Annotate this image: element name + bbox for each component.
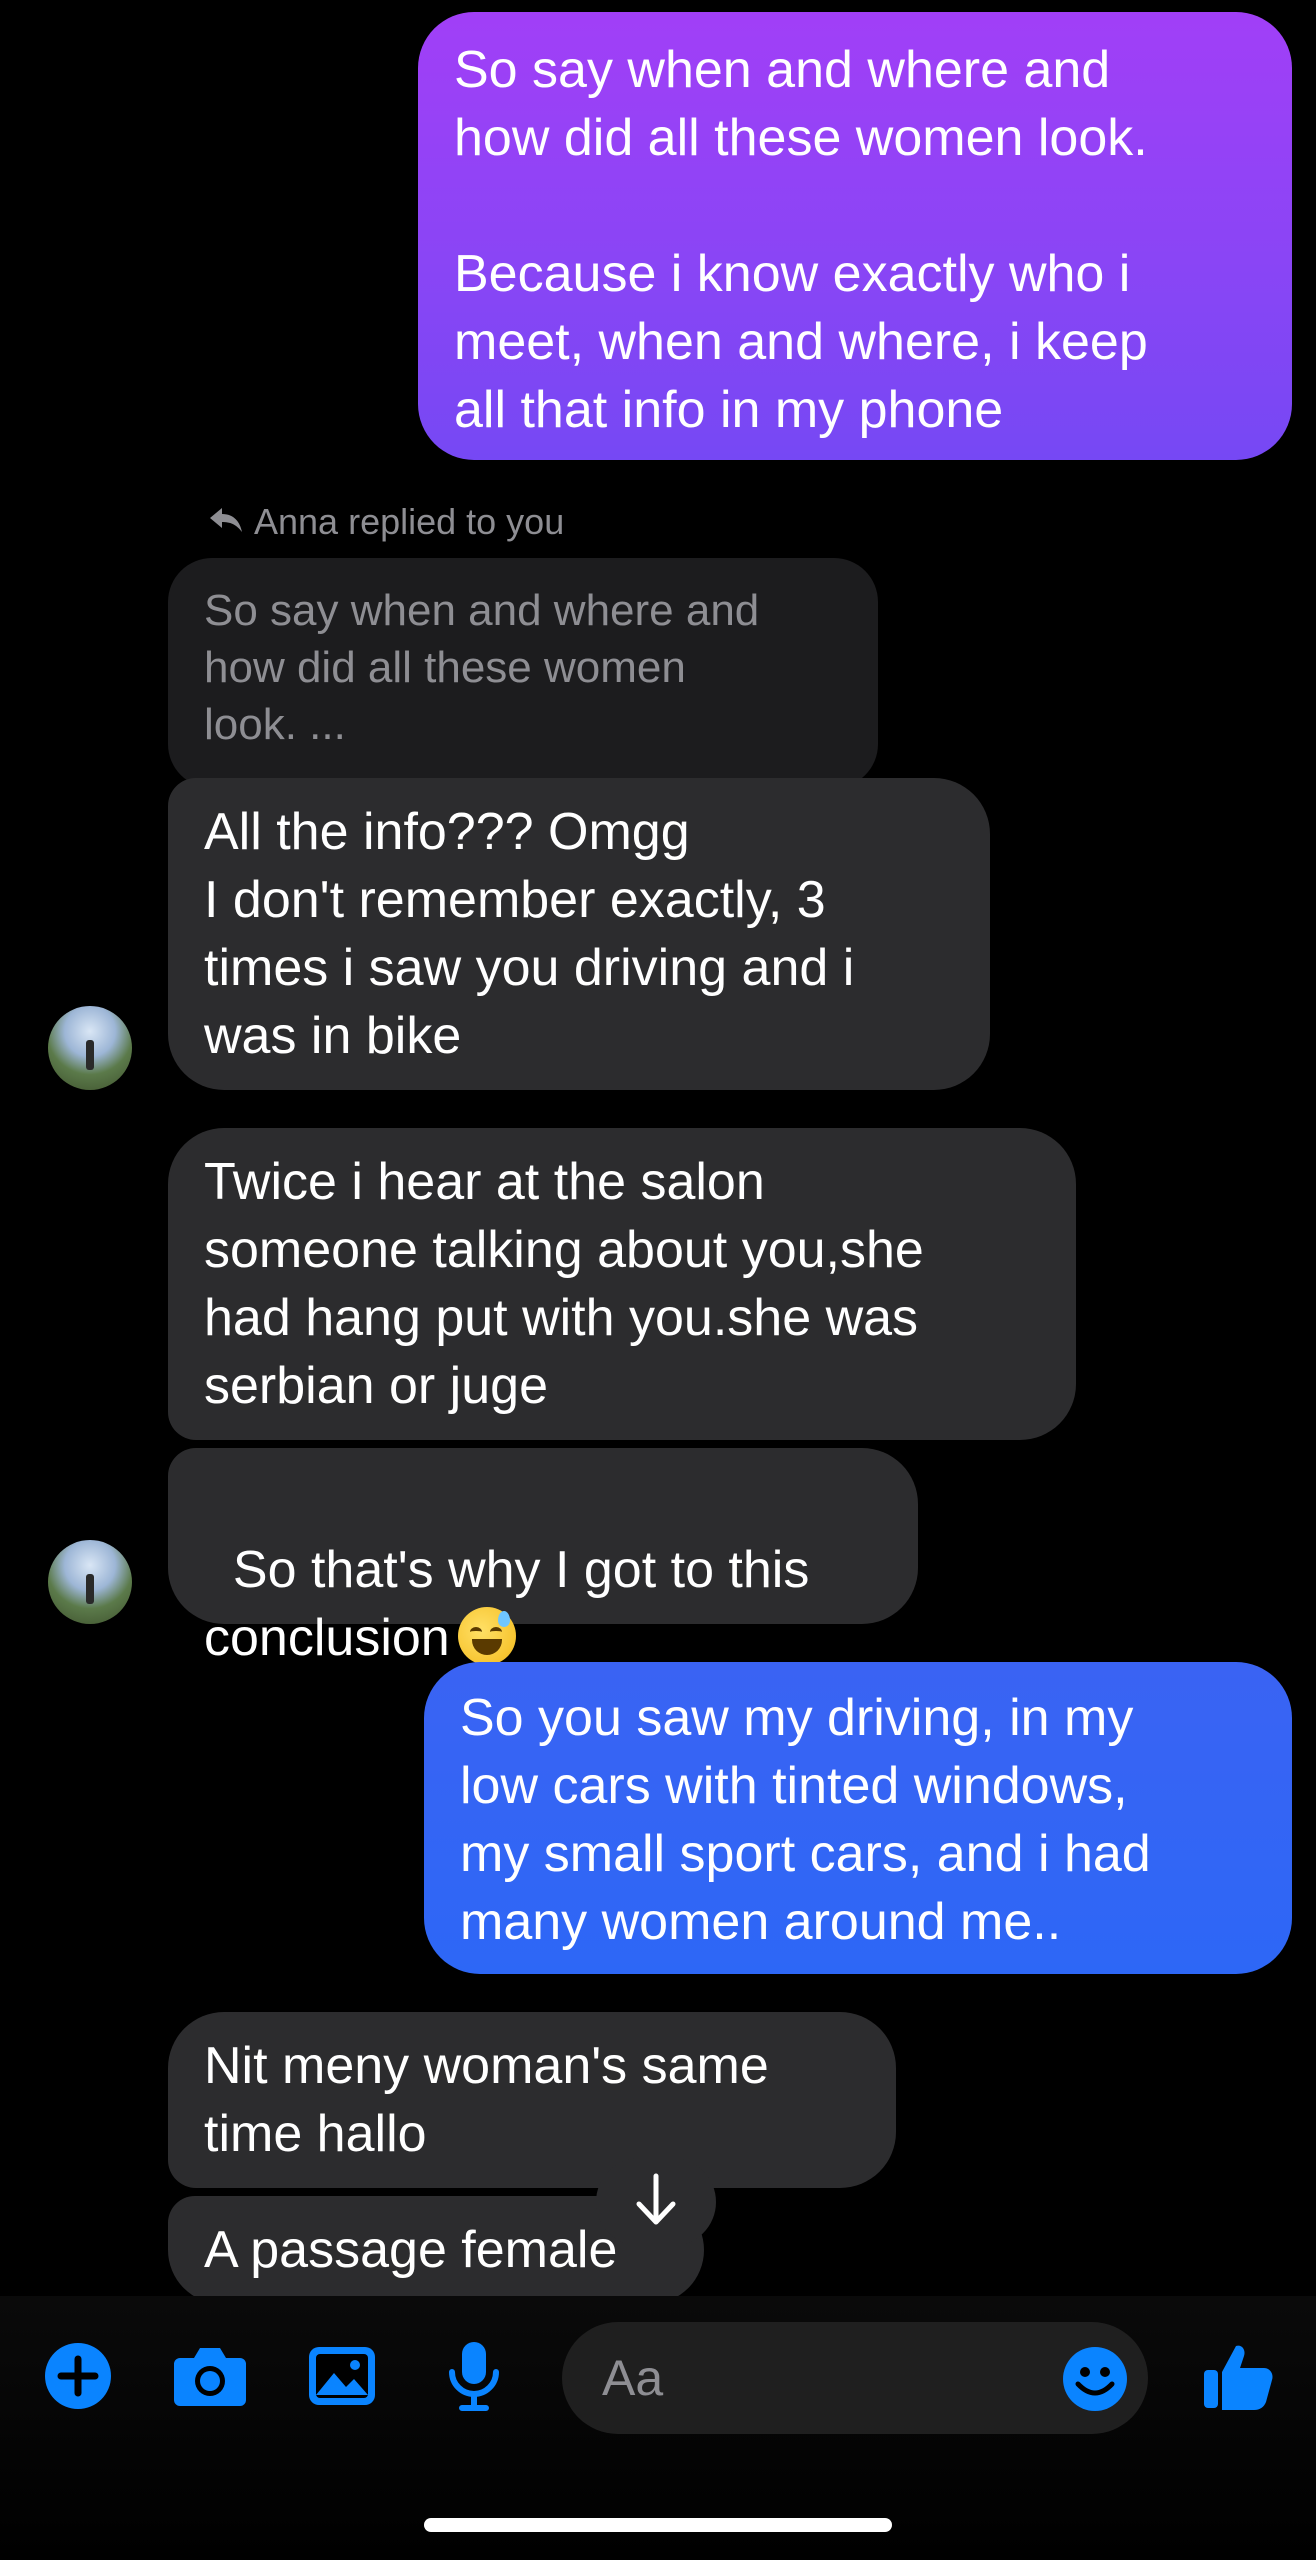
scroll-to-bottom-button[interactable]: [596, 2158, 716, 2246]
received-message-bubble[interactable]: Twice i hear at the salon someone talkin…: [168, 1128, 1076, 1440]
avatar[interactable]: [48, 1006, 132, 1090]
message-input[interactable]: Aa: [562, 2322, 1148, 2434]
microphone-button[interactable]: [432, 2336, 516, 2420]
plus-button[interactable]: [36, 2336, 120, 2420]
camera-icon: [172, 2344, 248, 2413]
camera-button[interactable]: [168, 2336, 252, 2420]
received-message-bubble[interactable]: So that's why I got to this conclusion: [168, 1448, 918, 1667]
thumbs-up-icon: [1202, 2340, 1274, 2417]
like-button[interactable]: [1196, 2336, 1280, 2420]
photo-icon: [307, 2345, 377, 2412]
photo-button[interactable]: [300, 2336, 384, 2420]
plus-icon: [43, 2341, 113, 2416]
reply-note-text: Anna replied to you: [254, 501, 565, 542]
microphone-icon: [446, 2340, 502, 2417]
quoted-message[interactable]: So say when and where and how did all th…: [168, 558, 878, 788]
received-message-bubble[interactable]: All the info??? Omgg I don't remember ex…: [168, 778, 990, 1090]
received-message-bubble[interactable]: Nit meny woman's same time hallo: [168, 2012, 896, 2188]
sent-message-bubble[interactable]: So you saw my driving, in my low cars wi…: [424, 1662, 1292, 1974]
reply-arrow-icon: [208, 500, 244, 544]
message-input-placeholder: Aa: [602, 2350, 664, 2406]
arrow-down-icon: [631, 2172, 681, 2233]
sent-message-bubble[interactable]: So say when and where and how did all th…: [418, 12, 1292, 460]
reply-indicator: Anna replied to you: [208, 500, 564, 544]
home-indicator[interactable]: [424, 2518, 892, 2532]
smiley-icon[interactable]: [1062, 2346, 1128, 2412]
avatar[interactable]: [48, 1540, 132, 1624]
grinning-sweat-emoji-icon: [457, 1607, 516, 1665]
